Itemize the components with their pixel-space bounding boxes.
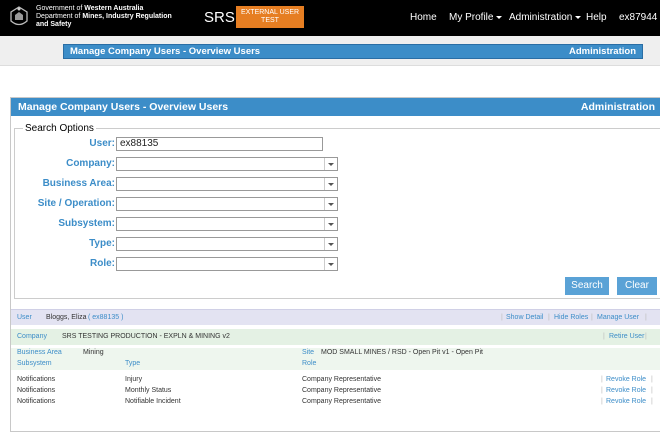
nav-administration[interactable]: Administration	[509, 0, 582, 36]
nav-my-profile[interactable]: My Profile	[449, 0, 503, 36]
retire-user-link[interactable]: Retire User	[609, 332, 644, 342]
panel-section: Administration	[580, 101, 655, 113]
company-name: SRS TESTING PRODUCTION - EXPLN & MINING …	[62, 333, 230, 340]
company-label: Company:	[66, 158, 115, 169]
row-type: Monthly Status	[125, 387, 172, 394]
government-department-text: Government of Western Australia Departme…	[36, 5, 172, 28]
nav-home[interactable]: Home	[410, 0, 437, 36]
user-id: ( ex88135 )	[88, 314, 124, 321]
row-subsystem: Notifications	[17, 398, 56, 405]
user-input[interactable]: ex88135	[116, 137, 323, 151]
site-operation-label: Site / Operation:	[37, 198, 115, 209]
search-options: Search Options User: ex88135 Company: Bu…	[14, 123, 660, 299]
row-subsystem: Notifications	[17, 376, 56, 383]
search-button[interactable]: Search	[565, 277, 609, 295]
row-role: Company Representative	[302, 387, 381, 394]
type-label: Type:	[89, 238, 115, 249]
environment-badge: EXTERNAL USER TEST	[236, 6, 304, 28]
business-area-select[interactable]	[116, 177, 338, 191]
chevron-down-icon	[328, 183, 334, 186]
page-title: Manage Company Users - Overview Users	[18, 101, 229, 113]
column-header-subsystem: Subsystem	[17, 360, 52, 367]
nav-user-menu[interactable]: ex87944	[619, 0, 660, 36]
clear-button[interactable]: Clear	[617, 277, 657, 295]
row-role: Company Representative	[302, 398, 381, 405]
user-name: Bloggs, Eliza	[46, 314, 87, 321]
app-name: SRS	[204, 9, 235, 26]
main-panel: Manage Company Users - Overview Users Ad…	[10, 97, 660, 432]
business-area-row: Business Area Mining Site MOD SMALL MINE…	[11, 348, 660, 370]
role-label: Role:	[90, 258, 115, 269]
column-header-role: Role	[302, 360, 317, 367]
revoke-role-link[interactable]: Revoke Role	[606, 375, 646, 385]
company-select[interactable]	[116, 157, 338, 171]
site-heading: Site	[302, 349, 315, 356]
row-type: Notifiable Incident	[125, 398, 181, 405]
business-area-value: Mining	[83, 349, 104, 356]
chevron-down-icon	[328, 223, 334, 226]
chevron-down-icon	[328, 163, 334, 166]
chevron-down-icon	[328, 263, 334, 266]
company-row: Company SRS TESTING PRODUCTION - EXPLN &…	[11, 329, 660, 345]
site-operation-select[interactable]	[116, 197, 338, 211]
panel-header: Manage Company Users - Overview Users Ad…	[11, 98, 660, 116]
breadcrumb: Manage Company Users - Overview Users Ad…	[63, 44, 643, 59]
breadcrumb-title: Manage Company Users - Overview Users	[70, 46, 261, 57]
chevron-down-icon	[575, 15, 582, 19]
revoke-role-link[interactable]: Revoke Role	[606, 386, 646, 396]
chevron-down-icon	[496, 15, 503, 19]
chevron-down-icon	[328, 203, 334, 206]
role-select[interactable]	[116, 257, 338, 271]
type-select[interactable]	[116, 237, 338, 251]
subsystem-select[interactable]	[116, 217, 338, 231]
wa-government-crest-icon	[6, 4, 32, 30]
column-header-type: Type	[125, 360, 141, 367]
chevron-down-icon	[328, 243, 334, 246]
breadcrumb-section: Administration	[568, 46, 636, 57]
row-type: Injury	[125, 376, 143, 383]
search-options-legend: Search Options	[23, 123, 96, 134]
company-heading: Company	[17, 333, 47, 340]
top-navbar: Government of Western Australia Departme…	[0, 0, 660, 36]
revoke-role-link[interactable]: Revoke Role	[606, 397, 646, 407]
row-role: Company Representative	[302, 376, 381, 383]
user-label: User:	[89, 138, 115, 149]
site-value: MOD SMALL MINES / RSD - Open Pit v1 - Op…	[321, 349, 483, 356]
hide-roles-link[interactable]: Hide Roles	[554, 313, 588, 323]
breadcrumb-strip: Manage Company Users - Overview Users Ad…	[0, 36, 660, 66]
business-area-label: Business Area:	[42, 178, 115, 189]
subsystem-label: Subsystem:	[58, 218, 115, 229]
business-area-heading: Business Area	[17, 349, 62, 356]
user-row: User Bloggs, Eliza ( ex88135 ) | Show De…	[11, 309, 660, 325]
user-heading: User	[17, 314, 32, 321]
manage-user-link[interactable]: Manage User	[597, 313, 639, 323]
row-subsystem: Notifications	[17, 387, 56, 394]
show-detail-link[interactable]: Show Detail	[506, 313, 543, 323]
nav-help[interactable]: Help	[586, 0, 607, 36]
